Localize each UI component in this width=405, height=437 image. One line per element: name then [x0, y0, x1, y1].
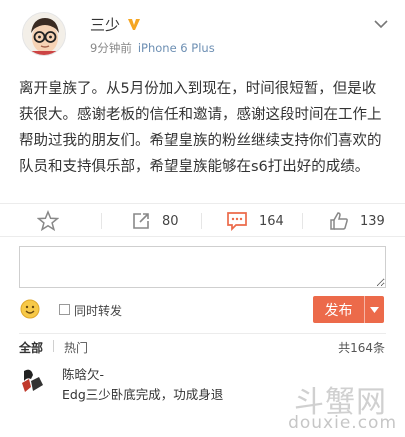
publish-button[interactable]: 发布 [313, 296, 384, 323]
repost-count: 80 [162, 213, 179, 229]
comment-text: Edg三少卧底完成，功成身退 [62, 387, 224, 402]
comment-icon [227, 212, 247, 231]
action-bar: 80 164 139 [0, 203, 405, 237]
thumbs-up-icon [330, 212, 348, 230]
chevron-down-icon[interactable] [374, 14, 388, 29]
repost-button[interactable]: 80 [131, 210, 179, 232]
post-content: 离开皇族了。从5月份加入到现在，时间很短暂，但是收获很大。感谢老板的信任和邀请，… [19, 81, 382, 175]
comment-input[interactable] [19, 246, 386, 288]
like-button[interactable]: 139 [329, 210, 385, 232]
weibo-post: 三少 9分钟前 iPhone 6 Plus 离开皇族了。从5月份加入到现在，时间很… [0, 0, 405, 203]
star-icon [37, 210, 59, 232]
verified-v-icon [126, 16, 142, 32]
user-avatar[interactable] [22, 12, 66, 56]
post-meta: 9分钟前 iPhone 6 Plus [90, 40, 215, 56]
repost-checkbox-label[interactable]: 同时转发 [74, 302, 122, 319]
post-source[interactable]: iPhone 6 Plus [138, 41, 215, 55]
like-count: 139 [360, 213, 385, 229]
tab-all[interactable]: 全部 [19, 339, 43, 356]
comment-button[interactable]: 164 [226, 210, 284, 232]
publish-label: 发布 [324, 302, 353, 319]
comment-count: 164 [259, 213, 284, 229]
post-time: 9分钟前 [90, 41, 132, 55]
username[interactable]: 三少 [90, 14, 120, 35]
section-divider [19, 333, 386, 334]
favorite-button[interactable] [37, 210, 70, 232]
caret-down-icon[interactable] [364, 296, 384, 323]
repost-icon [133, 213, 149, 229]
action-divider [302, 213, 303, 229]
commenter-avatar[interactable] [19, 365, 49, 395]
comment-total: 共164条 [338, 341, 385, 355]
action-divider [201, 213, 202, 229]
commenter-name[interactable]: 陈晗欠- [62, 364, 104, 383]
emoji-icon[interactable] [20, 299, 40, 319]
watermark-url: douxie.com [288, 413, 397, 433]
action-divider [101, 213, 102, 229]
tab-hot[interactable]: 热门 [64, 339, 88, 356]
site-watermark: 斗蟹网 douxie.com [272, 377, 397, 433]
repost-checkbox[interactable] [59, 304, 70, 315]
tab-divider [53, 340, 54, 352]
